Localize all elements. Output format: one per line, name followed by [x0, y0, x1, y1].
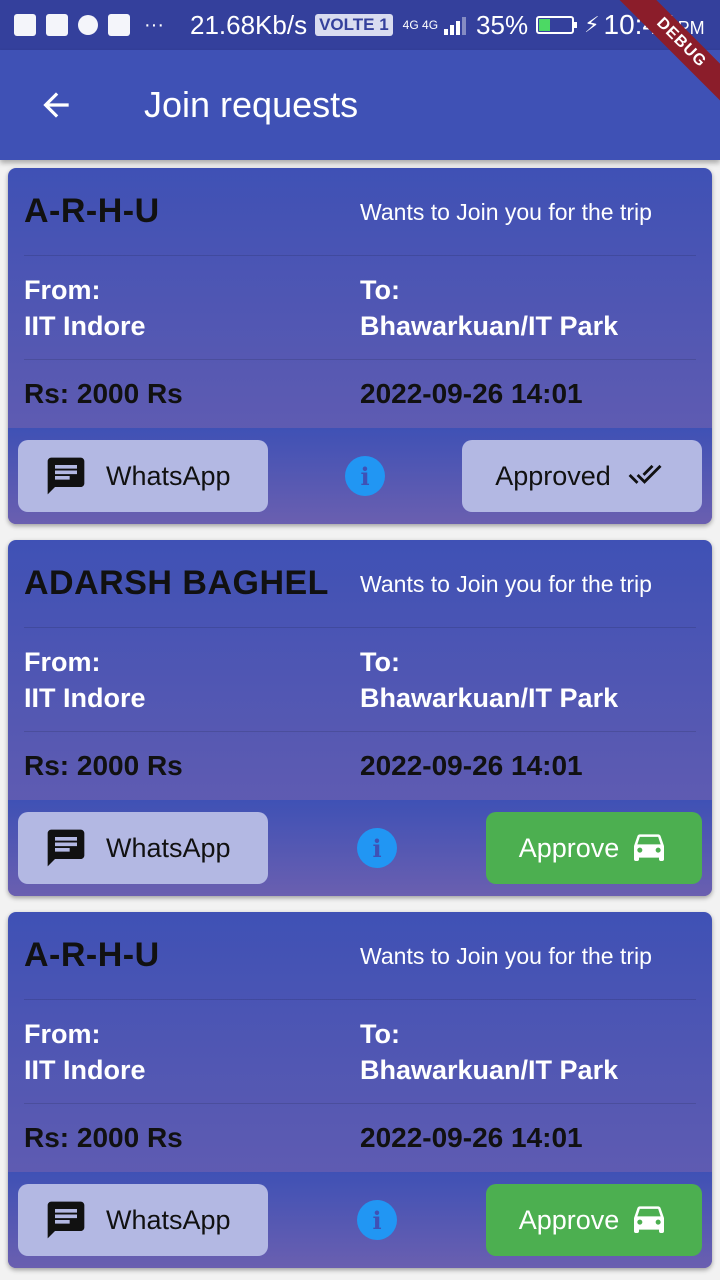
- price: Rs: 2000 Rs: [24, 750, 183, 781]
- info-button[interactable]: i: [345, 456, 385, 496]
- requester-name: A-R-H-U: [24, 192, 160, 230]
- arrow-back-icon: [43, 92, 69, 118]
- signal-icon: [444, 15, 467, 35]
- request-card: A-R-H-U Wants to Join you for the trip F…: [8, 168, 712, 524]
- request-message: Wants to Join you for the trip: [360, 198, 652, 225]
- whatsapp-button[interactable]: WhatsApp: [18, 812, 268, 884]
- whatsapp-button[interactable]: WhatsApp: [18, 440, 268, 512]
- status-label: Approve: [518, 1204, 620, 1235]
- card-actions: WhatsApp i Approve: [8, 1172, 712, 1268]
- request-list: A-R-H-U Wants to Join you for the trip F…: [0, 168, 720, 1280]
- trip-datetime: 2022-09-26 14:01: [360, 378, 583, 409]
- car-icon: [619, 1198, 669, 1243]
- to-label: To:: [360, 1018, 400, 1049]
- trip-datetime: 2022-09-26 14:01: [360, 750, 583, 781]
- charging-icon: ⚡: [584, 12, 600, 37]
- network-type: 4G 4G: [402, 18, 439, 32]
- mail-icon: [108, 14, 130, 36]
- car-icon: [619, 826, 669, 871]
- whatsapp-label: WhatsApp: [106, 460, 231, 491]
- from-label: From:: [24, 646, 101, 677]
- whatsapp-label: WhatsApp: [106, 832, 231, 863]
- to-value: Bhawarkuan/IT Park: [360, 682, 619, 713]
- to-label: To:: [360, 274, 400, 305]
- to-value: Bhawarkuan/IT Park: [360, 1054, 619, 1085]
- price: Rs: 2000 Rs: [24, 1122, 183, 1153]
- notification-icons: ···: [14, 14, 164, 37]
- chat-icon: [47, 1201, 85, 1239]
- price: Rs: 2000 Rs: [24, 378, 183, 409]
- request-message: Wants to Join you for the trip: [360, 942, 652, 969]
- info-button[interactable]: i: [357, 828, 397, 868]
- from-label: From:: [24, 1018, 101, 1049]
- battery-icon: [536, 16, 578, 34]
- from-value: IIT Indore: [24, 682, 146, 713]
- from-value: IIT Indore: [24, 310, 146, 341]
- chat-icon: [47, 829, 85, 867]
- request-message: Wants to Join you for the trip: [360, 570, 652, 597]
- image-icon: [14, 14, 36, 36]
- done-all-icon: [611, 457, 669, 496]
- approve-button[interactable]: Approve: [486, 812, 702, 884]
- status-label: Approved: [495, 460, 611, 491]
- back-button[interactable]: [0, 50, 112, 160]
- approved-button[interactable]: Approved: [462, 440, 702, 512]
- approve-button[interactable]: Approve: [486, 1184, 702, 1256]
- trip-datetime: 2022-09-26 14:01: [360, 1122, 583, 1153]
- network-speed: 21.68Kb/s: [189, 9, 308, 40]
- card-actions: WhatsApp i Approved: [8, 428, 712, 524]
- usb-icon: [46, 14, 68, 36]
- status-bar: ··· 21.68Kb/s VOLTE 1 4G 4G 35% ⚡ 10:47 …: [0, 0, 720, 50]
- whatsapp-button[interactable]: WhatsApp: [18, 1184, 268, 1256]
- requester-name: ADARSH BAGHEL: [24, 564, 329, 602]
- card-actions: WhatsApp i Approve: [8, 800, 712, 896]
- whatsapp-label: WhatsApp: [106, 1204, 231, 1235]
- volte-badge: VOLTE 1: [315, 14, 393, 36]
- from-value: IIT Indore: [24, 1054, 146, 1085]
- page-title: Join requests: [144, 84, 359, 125]
- android-icon: [78, 15, 98, 35]
- request-card: A-R-H-U Wants to Join you for the trip F…: [8, 912, 712, 1268]
- chat-icon: [47, 457, 85, 495]
- requester-name: A-R-H-U: [24, 936, 160, 974]
- to-value: Bhawarkuan/IT Park: [360, 310, 619, 341]
- more-icon: ···: [144, 13, 164, 36]
- to-label: To:: [360, 646, 400, 677]
- info-button[interactable]: i: [357, 1200, 397, 1240]
- app-bar: Join requests: [0, 50, 720, 160]
- battery-percent: 35%: [476, 9, 529, 40]
- from-label: From:: [24, 274, 101, 305]
- status-label: Approve: [518, 832, 620, 863]
- request-card: ADARSH BAGHEL Wants to Join you for the …: [8, 540, 712, 896]
